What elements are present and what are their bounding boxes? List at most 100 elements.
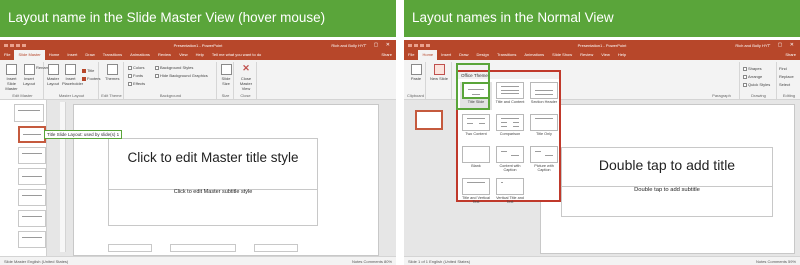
- window-controls[interactable]: – ▢ ✕: [768, 42, 797, 48]
- themes-button[interactable]: Themes: [105, 64, 119, 81]
- layout-thumbnail-icon: [496, 82, 524, 99]
- background-styles-dropdown[interactable]: Background Styles: [155, 65, 193, 70]
- slide-number-placeholder[interactable]: [254, 244, 298, 252]
- new-slide-button[interactable]: New Slide: [430, 64, 448, 81]
- title-slide-layout-thumbnail[interactable]: [18, 126, 46, 143]
- effects-dropdown[interactable]: Effects: [128, 81, 145, 86]
- title-checkbox-label: Title: [87, 68, 95, 73]
- background-group-label: Background: [159, 93, 182, 98]
- group-master-layout: Master Layout Insert Placeholder Title F…: [45, 62, 101, 99]
- subtitle-placeholder[interactable]: Click to edit Master subtitle style: [108, 189, 318, 226]
- title-checkbox[interactable]: Title: [82, 68, 94, 73]
- layout-thumbnail[interactable]: [18, 168, 46, 185]
- right-panel: Layout names in the Normal View Presenta…: [404, 0, 800, 265]
- master-title-text: Click to edit Master title style: [127, 150, 299, 165]
- title-placeholder[interactable]: Click to edit Master title style: [108, 138, 318, 190]
- layout-thumbnail[interactable]: [18, 210, 46, 227]
- subtitle-placeholder[interactable]: Double tap to add subtitle: [561, 187, 773, 217]
- master-slide-canvas[interactable]: Click to edit Master title style Click t…: [73, 104, 379, 256]
- tab-draw[interactable]: Draw: [455, 50, 472, 60]
- layout-thumbnail-icon: [496, 114, 524, 131]
- master-layout-button[interactable]: Master Layout: [46, 64, 60, 86]
- group-background: Colors Fonts Effects Background Styles H…: [125, 62, 217, 99]
- layout-title-and-content-label: Title and Content: [495, 100, 525, 104]
- layout-content-with-caption[interactable]: Content with Caption: [494, 146, 526, 176]
- tab-file[interactable]: File: [404, 50, 418, 60]
- hide-background-graphics-checkbox[interactable]: Hide Background Graphics: [155, 73, 208, 78]
- tab-slide-show[interactable]: Slide Show: [548, 50, 576, 60]
- tab-help[interactable]: Help: [192, 50, 208, 60]
- quick-styles-button[interactable]: Quick Styles: [743, 82, 770, 87]
- footer-placeholder[interactable]: [170, 244, 236, 252]
- replace-button[interactable]: Replace: [779, 74, 794, 79]
- tab-draw[interactable]: Draw: [81, 50, 98, 60]
- insert-layout-button[interactable]: Insert Layout: [22, 64, 36, 86]
- tab-animations[interactable]: Animations: [520, 50, 548, 60]
- footers-checkbox[interactable]: Footers: [82, 76, 101, 81]
- tab-help[interactable]: Help: [614, 50, 630, 60]
- layout-picture-with-caption[interactable]: Picture with Caption: [528, 146, 560, 176]
- tab-view[interactable]: View: [175, 50, 192, 60]
- tab-insert[interactable]: Insert: [437, 50, 455, 60]
- insert-placeholder-button[interactable]: Insert Placeholder: [62, 64, 83, 86]
- tab-transitions[interactable]: Transitions: [493, 50, 520, 60]
- tab-design[interactable]: Design: [472, 50, 492, 60]
- tell-me-box[interactable]: Tell me what you want to do: [208, 50, 265, 60]
- layout-thumbnail[interactable]: [18, 189, 46, 206]
- paste-button[interactable]: Paste: [409, 64, 423, 81]
- master-thumbnail[interactable]: [14, 104, 44, 122]
- user-name[interactable]: Rich and Bolly HYT: [735, 43, 770, 48]
- checkbox-icon: [82, 68, 86, 73]
- layout-two-content[interactable]: Two Content: [460, 114, 492, 142]
- status-right-text[interactable]: Notes Comments 80%: [352, 259, 392, 264]
- layout-vertical-title-and-text[interactable]: Vertical Title and Text: [494, 178, 526, 204]
- shapes-button[interactable]: Shapes: [743, 66, 762, 71]
- arrange-button[interactable]: Arrange: [743, 74, 762, 79]
- layout-title-only[interactable]: Title Only: [528, 114, 560, 142]
- fonts-dropdown[interactable]: Fonts: [128, 73, 143, 78]
- thumb-line: [22, 153, 42, 154]
- layout-thumbnail[interactable]: [18, 147, 46, 164]
- normal-slide-canvas[interactable]: Double tap to add title Double tap to ad…: [540, 104, 795, 254]
- layout-comparison[interactable]: Comparison: [494, 114, 526, 142]
- tab-transitions[interactable]: Transitions: [99, 50, 126, 60]
- tab-slide-master[interactable]: Slide Master: [14, 50, 45, 60]
- tab-insert[interactable]: Insert: [63, 50, 81, 60]
- find-button[interactable]: Find: [779, 66, 787, 71]
- close-icon: ✕: [242, 63, 250, 73]
- layout-title-and-vertical-text[interactable]: Title and Vertical Text: [460, 178, 492, 204]
- new-slide-icon: [433, 64, 445, 75]
- themes-icon: [106, 64, 118, 75]
- tab-home[interactable]: Home: [45, 50, 64, 60]
- tab-view[interactable]: View: [597, 50, 614, 60]
- status-right-text[interactable]: Notes Comments 59%: [756, 259, 796, 264]
- hide-background-graphics-label: Hide Background Graphics: [160, 73, 208, 78]
- new-slide-label: New Slide: [430, 76, 449, 81]
- layout-blank[interactable]: Blank: [460, 146, 492, 174]
- tab-file[interactable]: File: [0, 50, 14, 60]
- tab-review[interactable]: Review: [154, 50, 175, 60]
- master-layout-icon: [47, 64, 59, 75]
- clipboard-group-label: Clipboard: [406, 93, 425, 98]
- layout-section-header[interactable]: Section Header: [528, 82, 560, 110]
- tab-home[interactable]: Home: [418, 50, 438, 60]
- left-ribbon-tabs: File Slide Master Home Insert Draw Transition…: [0, 50, 396, 60]
- tab-review[interactable]: Review: [576, 50, 597, 60]
- window-controls[interactable]: – ▢ ✕: [364, 42, 393, 48]
- slide-1-thumbnail[interactable]: [415, 110, 443, 130]
- background-styles-label: Background Styles: [160, 65, 194, 70]
- tab-animations[interactable]: Animations: [126, 50, 154, 60]
- slide-size-button[interactable]: Slide Size: [219, 64, 233, 86]
- layout-title-and-content[interactable]: Title and Content: [494, 82, 526, 110]
- user-name[interactable]: Rich and Bolly HYT: [331, 43, 366, 48]
- find-label: Find: [779, 66, 787, 71]
- select-button[interactable]: Select: [779, 82, 790, 87]
- title-placeholder[interactable]: Double tap to add title: [561, 147, 773, 187]
- layout-thumbnail[interactable]: [18, 231, 46, 248]
- group-size: Slide Size Size: [218, 62, 234, 99]
- left-status-bar: Slide Master English (United States) Not…: [0, 256, 396, 265]
- insert-slide-master-button[interactable]: Insert Slide Master: [3, 64, 20, 91]
- date-placeholder[interactable]: [108, 244, 152, 252]
- colors-dropdown[interactable]: Colors: [128, 65, 145, 70]
- close-master-view-button[interactable]: ✕ Close Master View: [236, 63, 256, 92]
